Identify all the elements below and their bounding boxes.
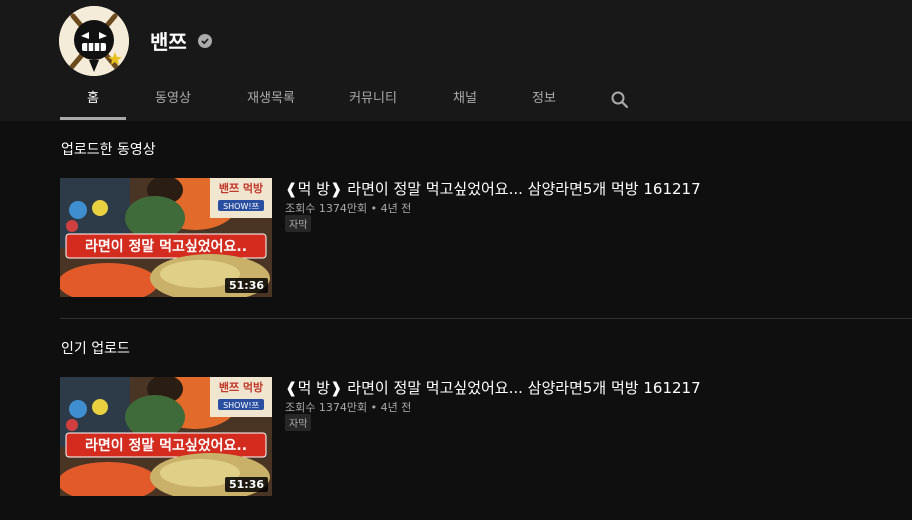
channel-tabs: 홈 동영상 재생목록 커뮤니티 채널 정보 [0, 80, 912, 120]
tab-playlists[interactable]: 재생목록 [236, 80, 306, 120]
channel-avatar[interactable] [59, 6, 129, 76]
thumbnail-logo: 밴쯔 먹방 [219, 181, 263, 195]
video-meta: 조회수 1374만회 • 4년 전 [285, 401, 412, 414]
channel-header: 밴쯔 홈 동영상 재생목록 커뮤니티 채널 정보 [0, 0, 912, 121]
section-title-popular: 인기 업로드 [61, 341, 130, 357]
tab-videos[interactable]: 동영상 [140, 80, 206, 120]
thumbnail-logo-sub: SHOW!쯔 [223, 401, 259, 410]
video-duration: 51:36 [224, 477, 268, 492]
video-duration: 51:36 [224, 278, 268, 293]
video-item[interactable]: 밴쯔 먹방 SHOW!쯔 라면이 정말 먹고싶었어요.. 51:36 ❰먹 방❱… [60, 178, 912, 298]
section-divider [60, 318, 912, 319]
thumbnail-logo-sub: SHOW!쯔 [223, 202, 259, 211]
tab-community[interactable]: 커뮤니티 [338, 80, 408, 120]
thumbnail-caption: 라면이 정말 먹고싶었어요.. [85, 437, 247, 454]
tab-channels[interactable]: 채널 [440, 80, 490, 120]
video-title[interactable]: ❰먹 방❱ 라면이 정말 먹고싶었어요... 삼양라면5개 먹방 161217 [285, 178, 701, 199]
search-icon[interactable] [610, 90, 630, 110]
verified-check-icon [198, 34, 212, 48]
subtitle-badge: 자막 [285, 215, 312, 232]
tab-home[interactable]: 홈 [60, 80, 126, 120]
tab-about[interactable]: 정보 [522, 80, 566, 120]
video-meta: 조회수 1374만회 • 4년 전 [285, 202, 412, 215]
subtitle-badge: 자막 [285, 414, 312, 431]
video-item[interactable]: 밴쯔 먹방 SHOW!쯔 라면이 정말 먹고싶었어요.. 51:36 ❰먹 방❱… [60, 377, 912, 497]
section-title-uploads: 업로드한 동영상 [61, 142, 156, 158]
channel-name: 밴쯔 [150, 30, 187, 54]
thumbnail-logo: 밴쯔 먹방 [219, 380, 263, 394]
avatar-mascot-icon [59, 6, 129, 76]
video-thumbnail[interactable]: 밴쯔 먹방 SHOW!쯔 라면이 정말 먹고싶었어요.. 51:36 [60, 377, 272, 496]
video-thumbnail[interactable]: 밴쯔 먹방 SHOW!쯔 라면이 정말 먹고싶었어요.. 51:36 [60, 178, 272, 297]
video-title[interactable]: ❰먹 방❱ 라면이 정말 먹고싶었어요... 삼양라면5개 먹방 161217 [285, 377, 701, 398]
thumbnail-caption: 라면이 정말 먹고싶었어요.. [85, 238, 247, 255]
